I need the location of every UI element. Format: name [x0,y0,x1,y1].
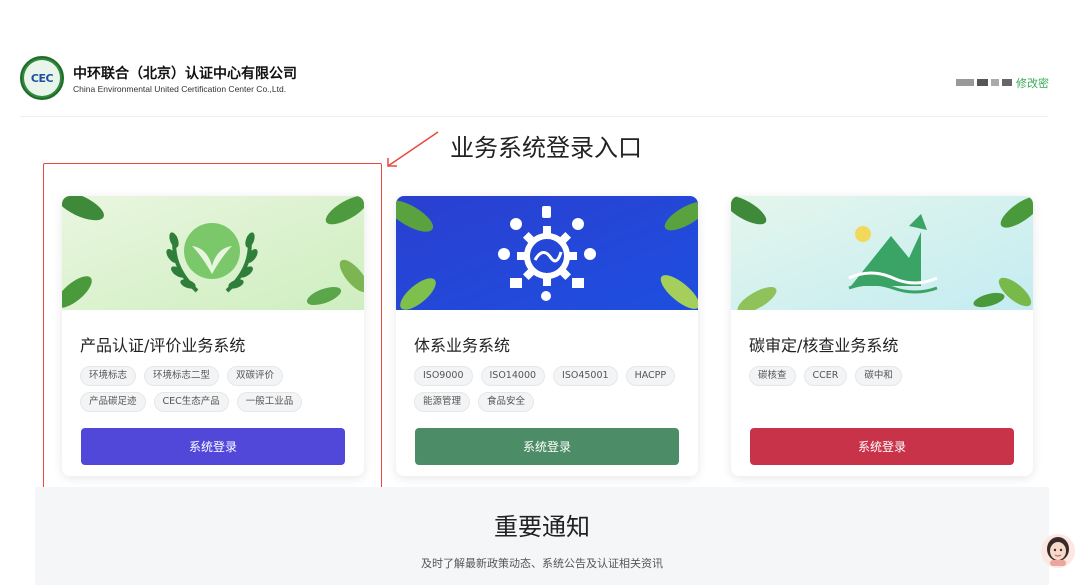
system-login-button[interactable]: 系统登录 [750,428,1014,465]
logo-text: CEC [24,60,60,96]
wreath-leaf-icon [62,196,364,310]
header-divider [20,116,1048,117]
system-login-button[interactable]: 系统登录 [415,428,679,465]
growth-mountain-icon [731,196,1033,310]
tag: CEC生态产品 [153,392,229,412]
notice-section: 重要通知 及时了解最新政策动态、系统公告及认证相关资讯 [35,487,1049,585]
tag: ISO9000 [414,366,473,386]
notice-subtitle: 及时了解最新政策动态、系统公告及认证相关资讯 [421,557,663,570]
tag: 环境标志 [80,366,137,386]
company-name-cn: 中环联合（北京）认证中心有限公司 [73,66,297,82]
card-title: 碳审定/核查业务系统 [749,336,899,355]
tag: HACPP [625,366,676,386]
company-logo: CEC [20,56,64,100]
tag-list: 环境标志 环境标志二型 双碳评价 产品碳足迹 CEC生态产品 一般工业品 [80,366,346,412]
card-banner-gear [396,196,698,310]
tag-list: 碳核查 CCER 碳中和 [749,366,1015,386]
tag-list: ISO9000 ISO14000 ISO45001 HACPP 能源管理 食品安… [414,366,680,412]
tag: ISO45001 [553,366,618,386]
gear-icon [396,196,698,310]
card-product-certification: 产品认证/评价业务系统 环境标志 环境标志二型 双碳评价 产品碳足迹 CEC生态… [62,196,364,476]
tag: ISO14000 [480,366,546,386]
assistant-avatar-icon[interactable] [1041,534,1075,568]
change-password-link[interactable]: 修改密 [1016,75,1049,91]
tag: 碳核查 [749,366,796,386]
tag: 环境标志二型 [144,366,220,386]
tag: 能源管理 [414,392,471,412]
user-name-blurred [956,78,1012,86]
annotation-arrow-icon [387,131,439,167]
tag: CCER [803,366,848,386]
annotation-label: 业务系统登录入口 [450,134,642,162]
tag: 双碳评价 [227,366,284,386]
tag: 食品安全 [478,392,535,412]
tag: 产品碳足迹 [80,392,146,412]
notice-title: 重要通知 [494,513,590,541]
card-title: 产品认证/评价业务系统 [80,336,246,355]
card-banner-wreath [62,196,364,310]
card-title: 体系业务系统 [414,336,511,355]
company-name-en: China Environmental United Certification… [73,84,287,94]
card-management-system: 体系业务系统 ISO9000 ISO14000 ISO45001 HACPP 能… [396,196,698,476]
system-login-button[interactable]: 系统登录 [81,428,345,465]
tag: 碳中和 [855,366,902,386]
card-banner-mountain [731,196,1033,310]
card-carbon-verification: 碳审定/核查业务系统 碳核查 CCER 碳中和 系统登录 [731,196,1033,476]
tag: 一般工业品 [236,392,303,412]
